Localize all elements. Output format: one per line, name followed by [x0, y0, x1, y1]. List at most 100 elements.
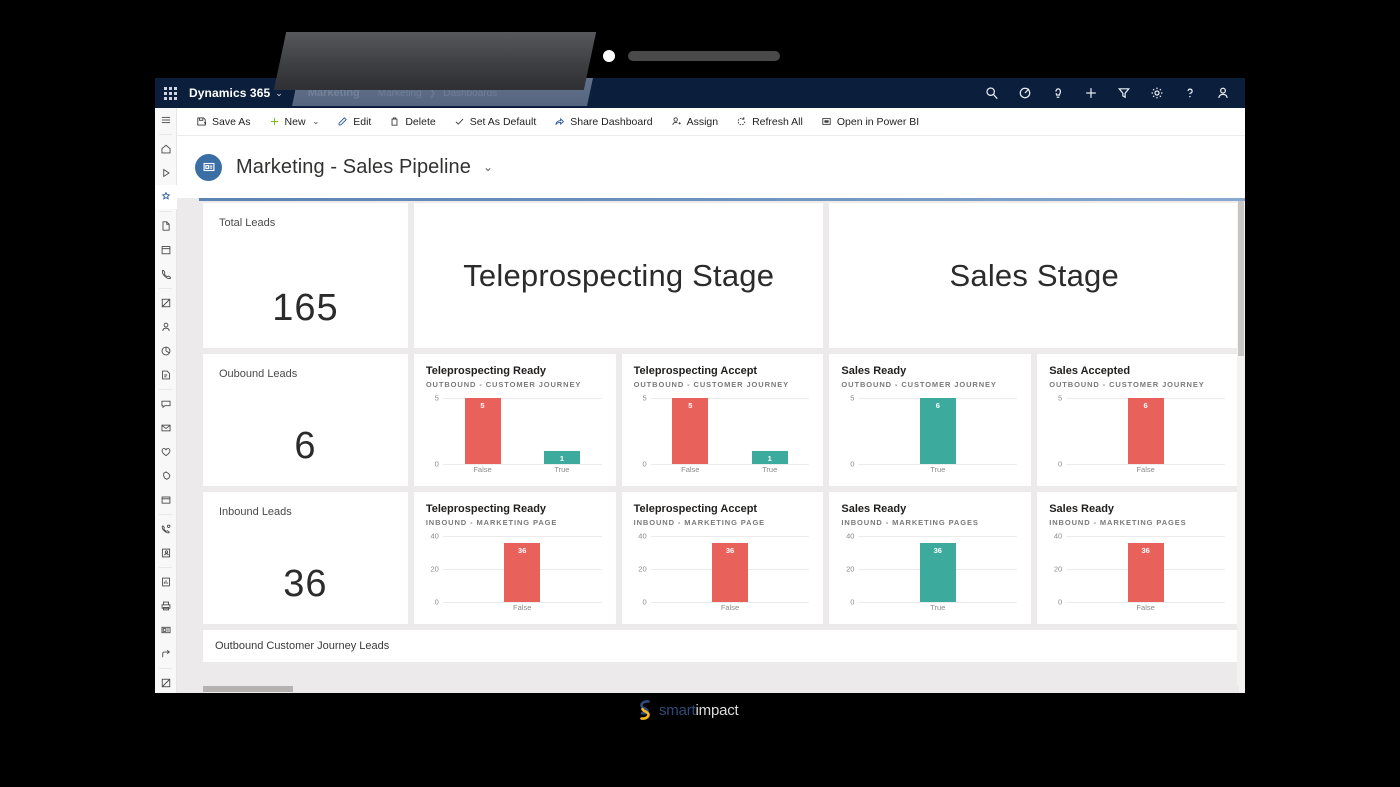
chart-title: Teleprospecting Ready: [425, 365, 547, 377]
sidebar-item-messages[interactable]: [155, 392, 177, 416]
sidebar-item-voice[interactable]: [155, 517, 177, 541]
set-as-default-button[interactable]: Set As Default: [445, 108, 546, 136]
chart-bar[interactable]: 6: [1127, 398, 1164, 464]
target-icon[interactable]: [1008, 78, 1041, 108]
chart-tile[interactable]: Sales Accepted OUTBOUND - CUSTOMER JOURNE…: [1037, 354, 1240, 486]
delete-button[interactable]: Delete: [380, 108, 444, 136]
chart-bar-value: 5: [688, 401, 693, 411]
chevron-down-icon[interactable]: ⌄: [483, 160, 493, 174]
chart-tile[interactable]: Teleprospecting Ready OUTBOUND - CUSTOMER…: [413, 354, 616, 486]
sidebar-item-print[interactable]: [155, 594, 177, 618]
waffle-grid-icon[interactable]: [155, 78, 185, 108]
chevron-down-icon[interactable]: ⌄: [275, 88, 283, 99]
laptop-camera-dot: [603, 50, 615, 62]
kpi-tile-outbound-leads[interactable]: Oubound Leads 6: [203, 354, 408, 486]
chart-bar[interactable]: 6: [919, 398, 956, 464]
dashboard-grid: Total Leads 165 Teleprospecting Stage Sa…: [203, 203, 1240, 662]
sidebar-item-forms[interactable]: [155, 363, 177, 387]
chart-tile[interactable]: Teleprospecting Accept OUTBOUND - CUSTOME…: [621, 354, 824, 486]
sidebar-item-contacts[interactable]: [155, 315, 177, 339]
divider: [159, 211, 172, 212]
plus-icon[interactable]: [1074, 78, 1107, 108]
sidebar-item-social[interactable]: [155, 464, 177, 488]
outbound-customer-journey-leads-tile[interactable]: Outbound Customer Journey Leads: [203, 630, 1239, 662]
horizontal-scrollbar-thumb[interactable]: [203, 686, 293, 692]
lightbulb-icon[interactable]: [1041, 78, 1074, 108]
pencil-icon: [338, 117, 348, 126]
help-icon[interactable]: [1173, 78, 1206, 108]
chart-bar[interactable]: 36: [712, 542, 749, 602]
chart-x-axis: True: [858, 465, 1017, 480]
chart-bar[interactable]: 1: [751, 450, 788, 464]
chart-bar[interactable]: 36: [1127, 542, 1164, 602]
sidebar-item-events[interactable]: [155, 488, 177, 512]
chart-y-tick: 40: [1053, 531, 1063, 541]
search-icon[interactable]: [975, 78, 1008, 108]
breadcrumb-item-dashboards[interactable]: Dashboards: [443, 88, 497, 99]
chart-bar-value: 36: [933, 545, 942, 555]
share-dashboard-button[interactable]: Share Dashboard: [545, 108, 661, 136]
sidebar-item-email[interactable]: [155, 416, 177, 440]
banner-tile-teleprospecting-stage[interactable]: Teleprospecting Stage: [413, 203, 824, 348]
chart-plot-area: 36: [858, 536, 1018, 603]
gear-icon[interactable]: [1140, 78, 1173, 108]
chevron-down-icon[interactable]: ⌄: [311, 117, 320, 126]
chart-bar-value: 6: [935, 401, 940, 411]
horizontal-scrollbar-track[interactable]: [203, 685, 1239, 693]
new-button[interactable]: New ⌄: [260, 108, 329, 136]
chart-bar[interactable]: 5: [672, 398, 709, 464]
chart-tile[interactable]: Sales Ready INBOUND - MARKETING PAGES 40 20…: [829, 492, 1032, 624]
sidebar-item-settings-area[interactable]: [155, 671, 177, 693]
open-in-powerbi-label: Open in Power BI: [836, 115, 920, 128]
sidebar-item-segments[interactable]: [155, 339, 177, 363]
chart-bar[interactable]: 1: [543, 450, 580, 464]
chart-bar[interactable]: 36: [504, 542, 541, 602]
sidebar-item-pages[interactable]: [155, 214, 177, 238]
sidebar-item-home[interactable]: [155, 137, 177, 161]
sidebar-item-leads[interactable]: [155, 541, 177, 565]
vertical-scrollbar-thumb[interactable]: [1238, 201, 1244, 356]
user-icon[interactable]: [1206, 78, 1239, 108]
sidebar-item-calendar[interactable]: [155, 238, 177, 262]
chart-tile[interactable]: Sales Ready INBOUND - MARKETING PAGES 40 20…: [1037, 492, 1240, 624]
chart-bar[interactable]: 36: [919, 542, 956, 602]
sidebar-item-recent[interactable]: [155, 161, 177, 185]
save-as-button[interactable]: Save As: [187, 108, 260, 136]
kpi-tile-inbound-leads[interactable]: Inbound Leads 36: [203, 492, 408, 624]
sidebar-item-pinned[interactable]: [155, 185, 177, 209]
page-title: Marketing - Sales Pipeline: [236, 155, 471, 178]
chart-bar[interactable]: 5: [464, 398, 501, 464]
banner-tile-sales-stage[interactable]: Sales Stage: [829, 203, 1239, 348]
chart-tile[interactable]: Sales Ready OUTBOUND - CUSTOMER JOURNEY 5 0…: [829, 354, 1032, 486]
sidebar-item-media[interactable]: [155, 618, 177, 642]
assign-button[interactable]: Assign: [662, 108, 728, 136]
funnel-icon[interactable]: [1107, 78, 1140, 108]
chart-bar-column: 1: [543, 398, 580, 464]
open-in-powerbi-button[interactable]: Open in Power BI: [812, 108, 928, 136]
chart-bars: 36: [858, 536, 1017, 602]
smartimpact-logo: smartimpact: [637, 700, 739, 720]
breadcrumb-item-marketing[interactable]: Marketing: [378, 88, 422, 99]
sidebar-item-hamburger[interactable]: [155, 108, 177, 132]
refresh-all-button[interactable]: Refresh All: [727, 108, 812, 136]
app-area-label[interactable]: Marketing: [308, 87, 360, 99]
sidebar-item-accounts[interactable]: [155, 291, 177, 315]
divider: [159, 134, 172, 135]
dashboard-row-1: Total Leads 165 Teleprospecting Stage Sa…: [203, 203, 1239, 348]
sidebar-item-favorites[interactable]: [155, 440, 177, 464]
chart-plot: 5 0 6 False: [1049, 394, 1227, 480]
chart-y-axis: 40 20 0: [426, 532, 442, 607]
refresh-all-label: Refresh All: [752, 115, 803, 128]
chart-y-tick: 0: [850, 459, 855, 469]
chevron-right-icon: ❯: [428, 87, 437, 98]
chart-title: Teleprospecting Ready: [425, 503, 547, 515]
sidebar-item-phone-calls[interactable]: [155, 262, 177, 286]
chart-tile[interactable]: Teleprospecting Ready INBOUND - MARKETING…: [413, 492, 616, 624]
sidebar-item-journeys[interactable]: [155, 642, 177, 666]
edit-button[interactable]: Edit: [328, 108, 380, 136]
brand-label: Dynamics 365: [189, 86, 271, 100]
chart-tile[interactable]: Teleprospecting Accept INBOUND - MARKETIN…: [621, 492, 824, 624]
sidebar-item-reports[interactable]: [155, 570, 177, 594]
kpi-tile-total-leads[interactable]: Total Leads 165: [203, 203, 408, 348]
check-icon: [455, 118, 464, 125]
